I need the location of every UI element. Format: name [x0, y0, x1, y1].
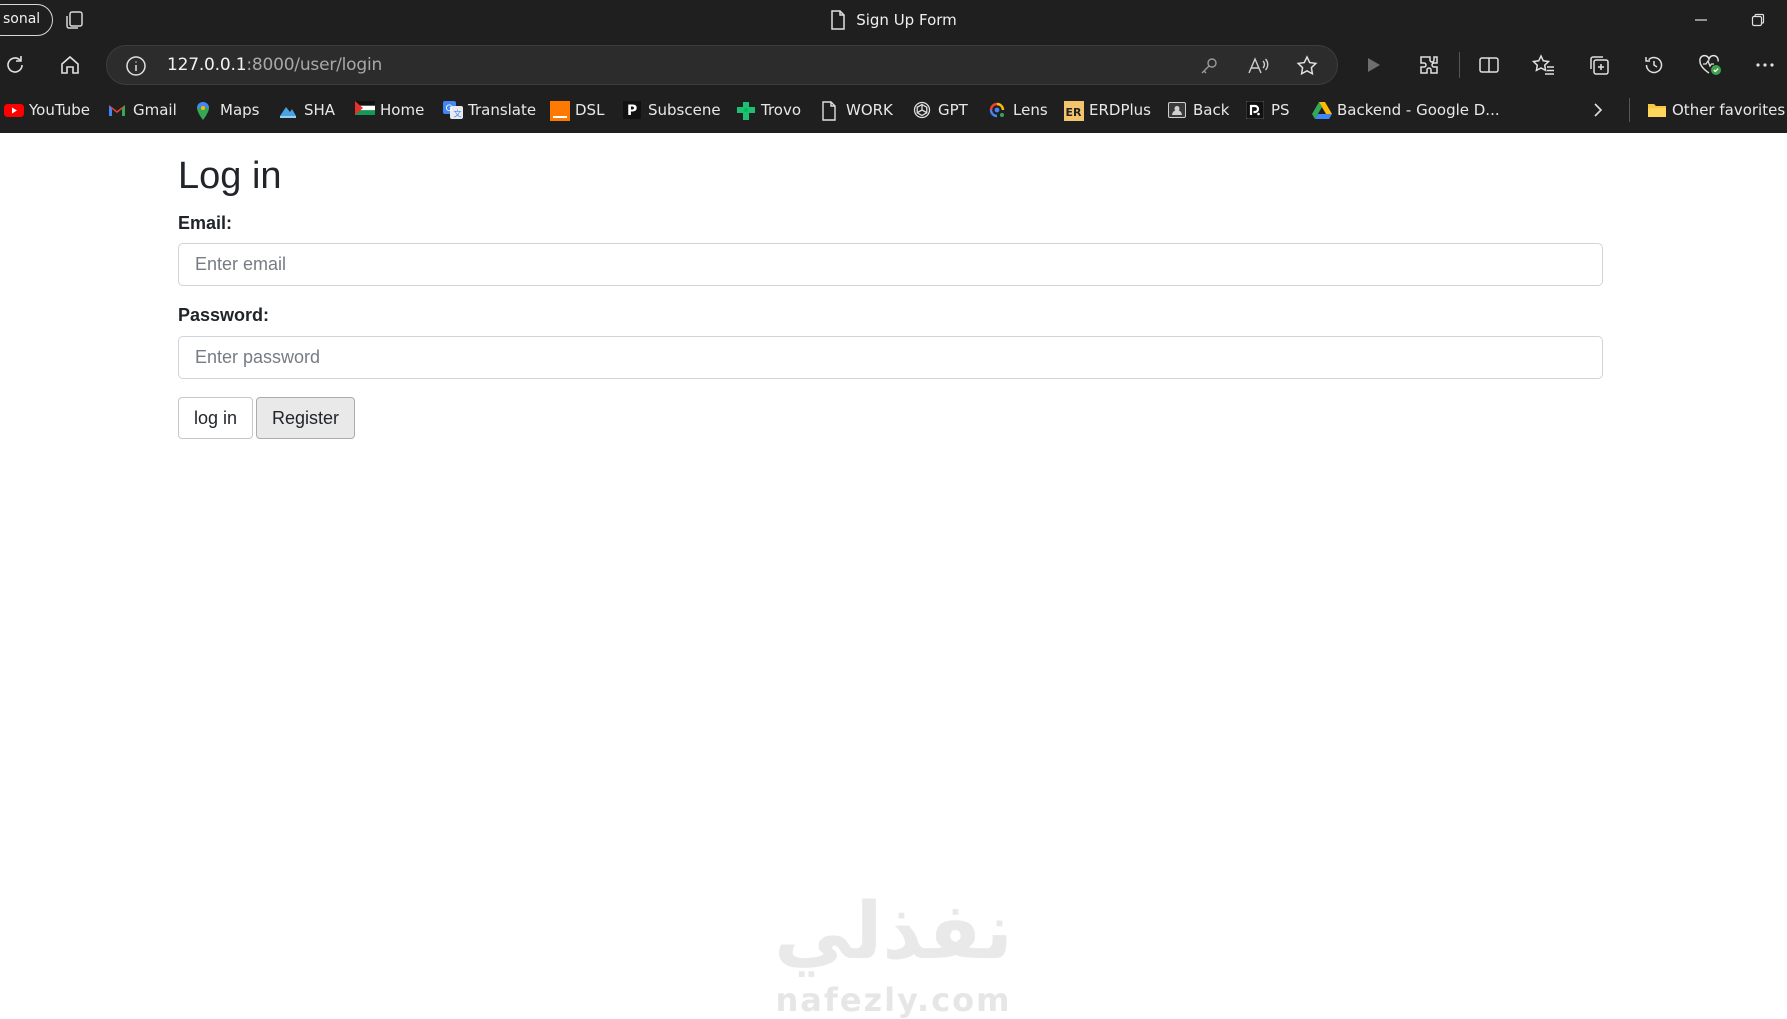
password-field[interactable]	[178, 336, 1603, 379]
bookmarks-bar: YouTube Gmail Maps SHA Home G文 Translate…	[0, 92, 1787, 128]
watermark-arabic: نفذلي	[774, 887, 1013, 977]
collections-icon[interactable]	[1585, 51, 1613, 79]
read-aloud-icon[interactable]	[1246, 54, 1270, 78]
split-screen-icon[interactable]	[1475, 51, 1503, 79]
flag-icon	[355, 101, 375, 119]
svg-text:文: 文	[454, 109, 462, 119]
url-text[interactable]: 127.0.0.1:8000/user/login	[167, 55, 382, 75]
ps-icon	[1245, 100, 1265, 120]
history-icon[interactable]	[1640, 51, 1668, 79]
key-icon[interactable]	[1197, 54, 1221, 78]
browser-chrome: sonal Sign Up Form 127.0.0.1:8000/user/l…	[0, 0, 1787, 133]
navigation-toolbar: 127.0.0.1:8000/user/login	[0, 42, 1787, 88]
address-bar[interactable]: 127.0.0.1:8000/user/login	[106, 45, 1338, 85]
contact-icon	[1168, 101, 1186, 119]
bookmark-label: ERDPlus	[1089, 101, 1151, 119]
bookmark-work[interactable]: WORK	[821, 98, 893, 122]
bookmark-backend-google-drive[interactable]: Backend - Google D...	[1312, 98, 1500, 122]
bookmark-label: Gmail	[133, 101, 177, 119]
bookmark-label: YouTube	[29, 101, 90, 119]
home-icon[interactable]	[56, 51, 84, 79]
window-title: Sign Up Form	[856, 11, 957, 29]
bookmark-label: Home	[380, 101, 425, 119]
bookmark-translate[interactable]: G文 Translate	[443, 98, 536, 122]
email-field[interactable]	[178, 243, 1603, 286]
trovo-icon	[736, 101, 755, 120]
bookmark-youtube[interactable]: YouTube	[4, 98, 90, 122]
erdplus-icon: ER	[1064, 101, 1084, 121]
play-icon[interactable]	[1359, 51, 1387, 79]
gmail-icon	[108, 101, 126, 119]
performance-icon[interactable]	[1696, 51, 1724, 79]
more-menu-icon[interactable]	[1751, 51, 1779, 79]
favorite-star-icon[interactable]	[1295, 54, 1319, 78]
folder-icon	[1647, 101, 1666, 119]
email-label: Email:	[178, 213, 233, 233]
bookmark-gmail[interactable]: Gmail	[108, 98, 177, 122]
sha-icon	[279, 101, 297, 119]
refresh-icon[interactable]	[1, 51, 29, 79]
bookmarks-overflow-chevron-icon[interactable]	[1591, 98, 1605, 122]
url-path: :8000/user/login	[246, 55, 383, 75]
bookmarks-divider	[1629, 98, 1630, 122]
register-button[interactable]: Register	[256, 397, 356, 439]
bookmark-sha[interactable]: SHA	[279, 98, 335, 122]
openai-icon	[913, 101, 931, 119]
bookmark-label: Maps	[220, 101, 260, 119]
svg-text:ER: ER	[1066, 106, 1083, 119]
bookmark-ps[interactable]: PS	[1245, 98, 1290, 122]
workspaces-icon[interactable]	[64, 9, 86, 31]
bookmark-gpt[interactable]: GPT	[913, 98, 968, 122]
bookmark-label: Backend - Google D...	[1337, 101, 1500, 119]
subscene-icon: P	[623, 101, 641, 119]
youtube-icon	[4, 101, 24, 119]
svg-text:G: G	[446, 104, 453, 114]
restore-button[interactable]	[1743, 5, 1773, 35]
page-content: Log in Email: Password: log in Register …	[0, 133, 1787, 1019]
bookmark-label: GPT	[938, 101, 968, 119]
toolbar-divider	[1459, 52, 1460, 78]
bookmark-back[interactable]: Back	[1168, 98, 1229, 122]
bookmark-label: Subscene	[648, 101, 721, 119]
favorites-icon[interactable]	[1530, 51, 1558, 79]
bookmark-dsl[interactable]: DSL	[550, 98, 604, 122]
title-bar: sonal Sign Up Form	[0, 0, 1787, 40]
dsl-icon	[550, 101, 570, 121]
password-label: Password:	[178, 305, 270, 325]
extensions-icon[interactable]	[1415, 51, 1443, 79]
page-title: Log in	[178, 155, 282, 197]
translate-icon: G文	[443, 101, 463, 119]
bookmark-maps[interactable]: Maps	[195, 98, 259, 122]
bookmark-label: Translate	[468, 101, 537, 119]
bookmark-label: Back	[1193, 101, 1230, 119]
bookmark-label: WORK	[846, 101, 893, 119]
bookmark-label: DSL	[575, 101, 605, 119]
watermark: نفذلي nafezly.com	[0, 893, 1787, 1019]
lens-icon	[988, 101, 1006, 119]
bookmark-erdplus[interactable]: ER ERDPlus	[1064, 98, 1151, 122]
bookmark-subscene[interactable]: P Subscene	[623, 98, 721, 122]
login-button[interactable]: log in	[178, 397, 254, 439]
svg-text:P: P	[627, 103, 637, 119]
url-host: 127.0.0.1	[167, 55, 247, 75]
bookmark-label: PS	[1271, 101, 1290, 119]
bookmark-label: Other favorites	[1672, 101, 1786, 119]
google-drive-icon	[1312, 101, 1332, 119]
info-icon[interactable]	[125, 55, 147, 77]
bookmark-home[interactable]: Home	[355, 98, 424, 122]
bookmark-other-favorites[interactable]: Other favorites	[1647, 98, 1785, 122]
page-icon	[821, 101, 839, 121]
minimize-button[interactable]	[1686, 5, 1716, 35]
page-icon	[831, 10, 845, 30]
profile-button[interactable]: sonal	[0, 4, 54, 36]
bookmark-lens[interactable]: Lens	[988, 98, 1048, 122]
bookmark-trovo[interactable]: Trovo	[736, 98, 801, 122]
bookmark-label: Trovo	[761, 101, 802, 119]
bookmark-label: Lens	[1013, 101, 1048, 119]
maps-icon	[195, 101, 213, 120]
watermark-latin: nafezly.com	[775, 981, 1012, 1019]
bookmark-label: SHA	[304, 101, 336, 119]
